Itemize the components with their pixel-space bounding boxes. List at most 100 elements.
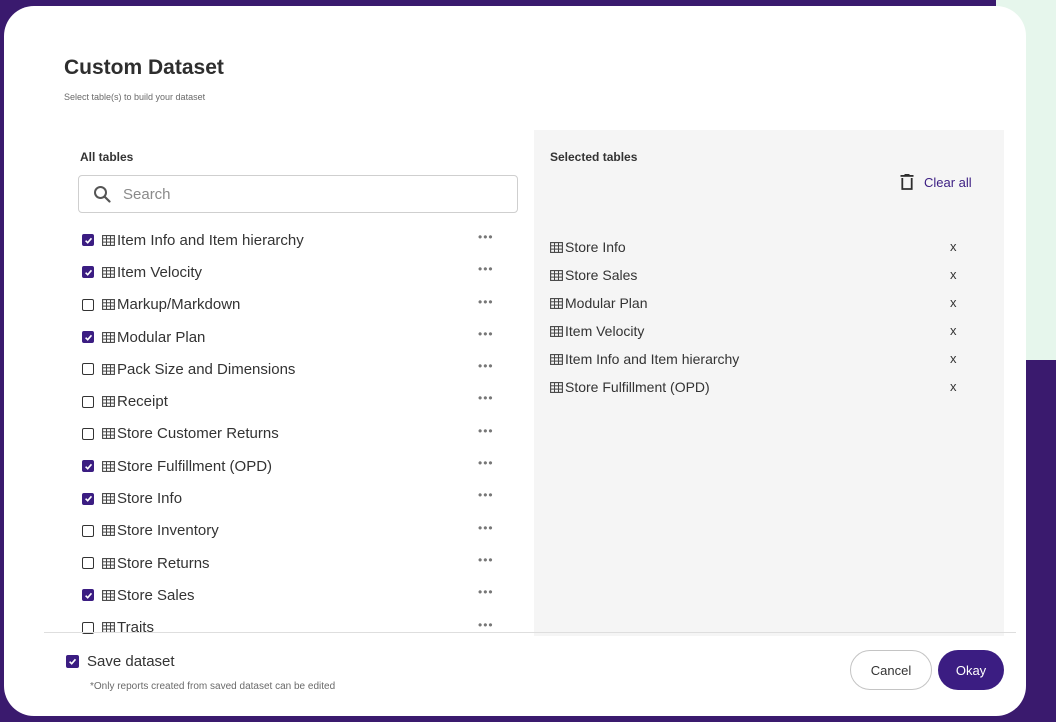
selected-tables-list: Store Info x Store Sales x Modular Plan x Item… bbox=[550, 233, 980, 401]
search-input[interactable] bbox=[121, 184, 505, 204]
more-options-button[interactable]: ••• bbox=[478, 262, 494, 276]
table-checkbox[interactable] bbox=[82, 427, 94, 440]
more-options-button[interactable]: ••• bbox=[478, 230, 494, 244]
selected-table-item: Item Info and Item hierarchy x bbox=[550, 345, 980, 373]
okay-button[interactable]: Okay bbox=[938, 650, 1004, 690]
table-list-item[interactable]: Store Fulfillment (OPD) ••• bbox=[82, 450, 502, 482]
table-icon bbox=[102, 428, 115, 440]
more-options-button[interactable]: ••• bbox=[478, 327, 494, 341]
table-list-item[interactable]: Item Velocity ••• bbox=[82, 256, 502, 288]
checkmark-icon bbox=[84, 237, 92, 244]
table-icon bbox=[102, 557, 115, 569]
dialog-title: Custom Dataset bbox=[64, 56, 224, 79]
selected-tables-label: Selected tables bbox=[550, 150, 638, 164]
table-icon bbox=[550, 241, 563, 253]
table-icon bbox=[102, 234, 115, 246]
table-icon bbox=[102, 460, 115, 472]
table-icon bbox=[102, 331, 115, 343]
selected-table-name: Store Sales bbox=[565, 267, 638, 283]
more-options-button[interactable]: ••• bbox=[478, 488, 494, 502]
table-name: Markup/Markdown bbox=[117, 296, 241, 314]
table-icon bbox=[550, 353, 563, 365]
selected-table-name: Store Fulfillment (OPD) bbox=[565, 379, 710, 395]
search-box[interactable] bbox=[78, 175, 518, 213]
table-icon bbox=[102, 525, 115, 537]
save-dataset-row[interactable]: Save dataset bbox=[66, 653, 175, 670]
selected-table-name: Item Velocity bbox=[565, 323, 645, 339]
remove-table-button[interactable]: x bbox=[950, 323, 957, 338]
table-name: Item Velocity bbox=[117, 263, 203, 281]
search-icon bbox=[94, 186, 111, 203]
clear-all-label: Clear all bbox=[924, 174, 972, 190]
more-options-button[interactable]: ••• bbox=[478, 424, 494, 438]
table-list-item[interactable]: Store Sales ••• bbox=[82, 579, 502, 611]
table-checkbox[interactable] bbox=[82, 557, 94, 570]
table-icon bbox=[102, 363, 115, 375]
more-options-button[interactable]: ••• bbox=[478, 521, 494, 535]
trash-icon bbox=[900, 174, 914, 190]
table-icon bbox=[102, 266, 115, 278]
table-icon bbox=[550, 325, 563, 337]
table-name: Store Inventory bbox=[117, 522, 219, 540]
more-options-button[interactable]: ••• bbox=[478, 553, 494, 567]
save-dataset-checkbox[interactable] bbox=[66, 655, 79, 668]
table-checkbox[interactable] bbox=[82, 266, 94, 279]
save-dataset-note: *Only reports created from saved dataset… bbox=[90, 681, 336, 692]
table-checkbox[interactable] bbox=[82, 363, 94, 376]
more-options-button[interactable]: ••• bbox=[478, 295, 494, 309]
remove-table-button[interactable]: x bbox=[950, 267, 957, 282]
table-list-item[interactable]: Markup/Markdown ••• bbox=[82, 289, 502, 321]
table-name: Item Info and Item hierarchy bbox=[117, 231, 304, 249]
all-tables-list: Item Info and Item hierarchy ••• Item Velo… bbox=[82, 224, 502, 636]
table-list-item[interactable]: Store Customer Returns ••• bbox=[82, 418, 502, 450]
table-checkbox[interactable] bbox=[82, 234, 94, 247]
table-checkbox[interactable] bbox=[82, 460, 94, 473]
table-name: Modular Plan bbox=[117, 328, 206, 346]
table-icon bbox=[550, 269, 563, 281]
table-icon bbox=[102, 589, 115, 601]
more-options-button[interactable]: ••• bbox=[478, 618, 494, 632]
custom-dataset-dialog: Custom Dataset Select table(s) to build … bbox=[4, 6, 1026, 716]
selected-table-item: Store Sales x bbox=[550, 261, 980, 289]
table-icon bbox=[550, 381, 563, 393]
table-checkbox[interactable] bbox=[82, 524, 94, 537]
selected-table-item: Item Velocity x bbox=[550, 317, 980, 345]
selected-table-item: Store Fulfillment (OPD) x bbox=[550, 373, 980, 401]
table-checkbox[interactable] bbox=[82, 298, 94, 311]
table-name: Store Sales bbox=[117, 586, 195, 604]
table-list-item[interactable]: Modular Plan ••• bbox=[82, 321, 502, 353]
more-options-button[interactable]: ••• bbox=[478, 391, 494, 405]
table-checkbox[interactable] bbox=[82, 331, 94, 344]
table-icon bbox=[102, 396, 115, 408]
clear-all-button[interactable]: Clear all bbox=[900, 174, 972, 190]
cancel-button[interactable]: Cancel bbox=[850, 650, 932, 690]
remove-table-button[interactable]: x bbox=[950, 379, 957, 394]
more-options-button[interactable]: ••• bbox=[478, 359, 494, 373]
table-list-item[interactable]: Receipt ••• bbox=[82, 385, 502, 417]
table-name: Receipt bbox=[117, 393, 168, 411]
table-checkbox[interactable] bbox=[82, 395, 94, 408]
table-name: Store Fulfillment (OPD) bbox=[117, 457, 273, 475]
table-list-item[interactable]: Pack Size and Dimensions ••• bbox=[82, 353, 502, 385]
dialog-subtitle: Select table(s) to build your dataset bbox=[64, 92, 206, 102]
table-list-item[interactable]: Item Info and Item hierarchy ••• bbox=[82, 224, 502, 256]
checkmark-icon bbox=[84, 592, 92, 599]
table-list-item[interactable]: Store Inventory ••• bbox=[82, 515, 502, 547]
selected-tables-panel: Selected tables Clear all Store Info x Sto… bbox=[534, 130, 1004, 636]
checkmark-icon bbox=[84, 269, 92, 276]
checkmark-icon bbox=[69, 658, 77, 665]
table-checkbox[interactable] bbox=[82, 589, 94, 602]
more-options-button[interactable]: ••• bbox=[478, 456, 494, 470]
remove-table-button[interactable]: x bbox=[950, 295, 957, 310]
selected-table-name: Modular Plan bbox=[565, 295, 648, 311]
table-icon bbox=[550, 297, 563, 309]
table-name: Store Customer Returns bbox=[117, 425, 279, 443]
table-checkbox[interactable] bbox=[82, 492, 94, 505]
remove-table-button[interactable]: x bbox=[950, 351, 957, 366]
table-list-item[interactable]: Store Returns ••• bbox=[82, 547, 502, 579]
table-name: Traits bbox=[117, 619, 154, 636]
remove-table-button[interactable]: x bbox=[950, 239, 957, 254]
more-options-button[interactable]: ••• bbox=[478, 585, 494, 599]
all-tables-label: All tables bbox=[80, 150, 134, 164]
table-list-item[interactable]: Store Info ••• bbox=[82, 482, 502, 514]
